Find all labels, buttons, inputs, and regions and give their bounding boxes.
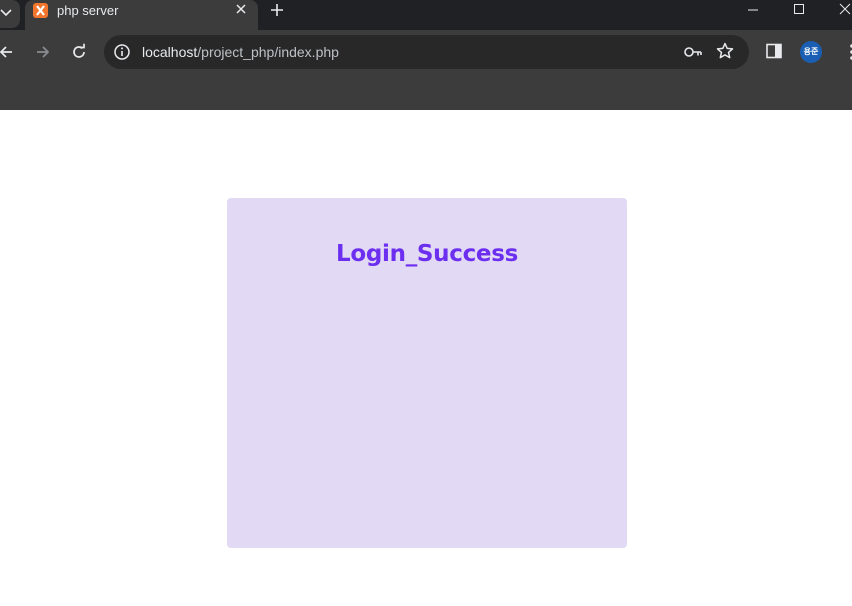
close-icon[interactable] <box>234 2 248 16</box>
browser-toolbar: localhost/project_php/index.php 용준 <box>0 30 852 110</box>
forward-button[interactable] <box>33 42 53 62</box>
side-panel-icon[interactable] <box>766 43 782 59</box>
new-tab-button[interactable] <box>268 1 286 19</box>
back-button[interactable] <box>0 42 16 62</box>
arrow-right-icon <box>37 46 50 58</box>
login-card: Login_Success <box>227 198 627 548</box>
window-close-button[interactable] <box>826 0 852 18</box>
tab-title: php server <box>57 3 119 18</box>
url-host: localhost <box>142 44 198 60</box>
arrow-left-icon <box>0 46 12 58</box>
star-icon[interactable] <box>716 42 734 60</box>
profile-avatar[interactable]: 용준 <box>800 41 822 63</box>
active-tab[interactable]: php server <box>25 0 258 30</box>
page-title: Login_Success <box>336 241 518 267</box>
url-text[interactable]: localhost/project_php/index.php <box>142 44 339 60</box>
address-bar[interactable]: localhost/project_php/index.php <box>104 35 749 69</box>
minimize-icon <box>748 9 758 11</box>
xampp-icon <box>33 3 48 18</box>
maximize-button[interactable] <box>780 0 820 18</box>
key-icon[interactable] <box>683 44 703 60</box>
url-path: /project_php/index.php <box>197 44 339 60</box>
chevron-down-icon <box>0 9 12 17</box>
page-viewport: Login_Success <box>0 110 852 606</box>
maximize-icon <box>794 4 804 14</box>
tab-strip: php server <box>0 0 852 30</box>
minimize-button[interactable] <box>734 0 774 18</box>
info-icon[interactable] <box>113 43 131 61</box>
more-menu-icon[interactable] <box>843 42 852 62</box>
close-icon <box>839 3 851 15</box>
reload-icon <box>73 43 85 58</box>
tab-search-button[interactable] <box>0 0 20 28</box>
reload-button[interactable] <box>69 42 89 62</box>
